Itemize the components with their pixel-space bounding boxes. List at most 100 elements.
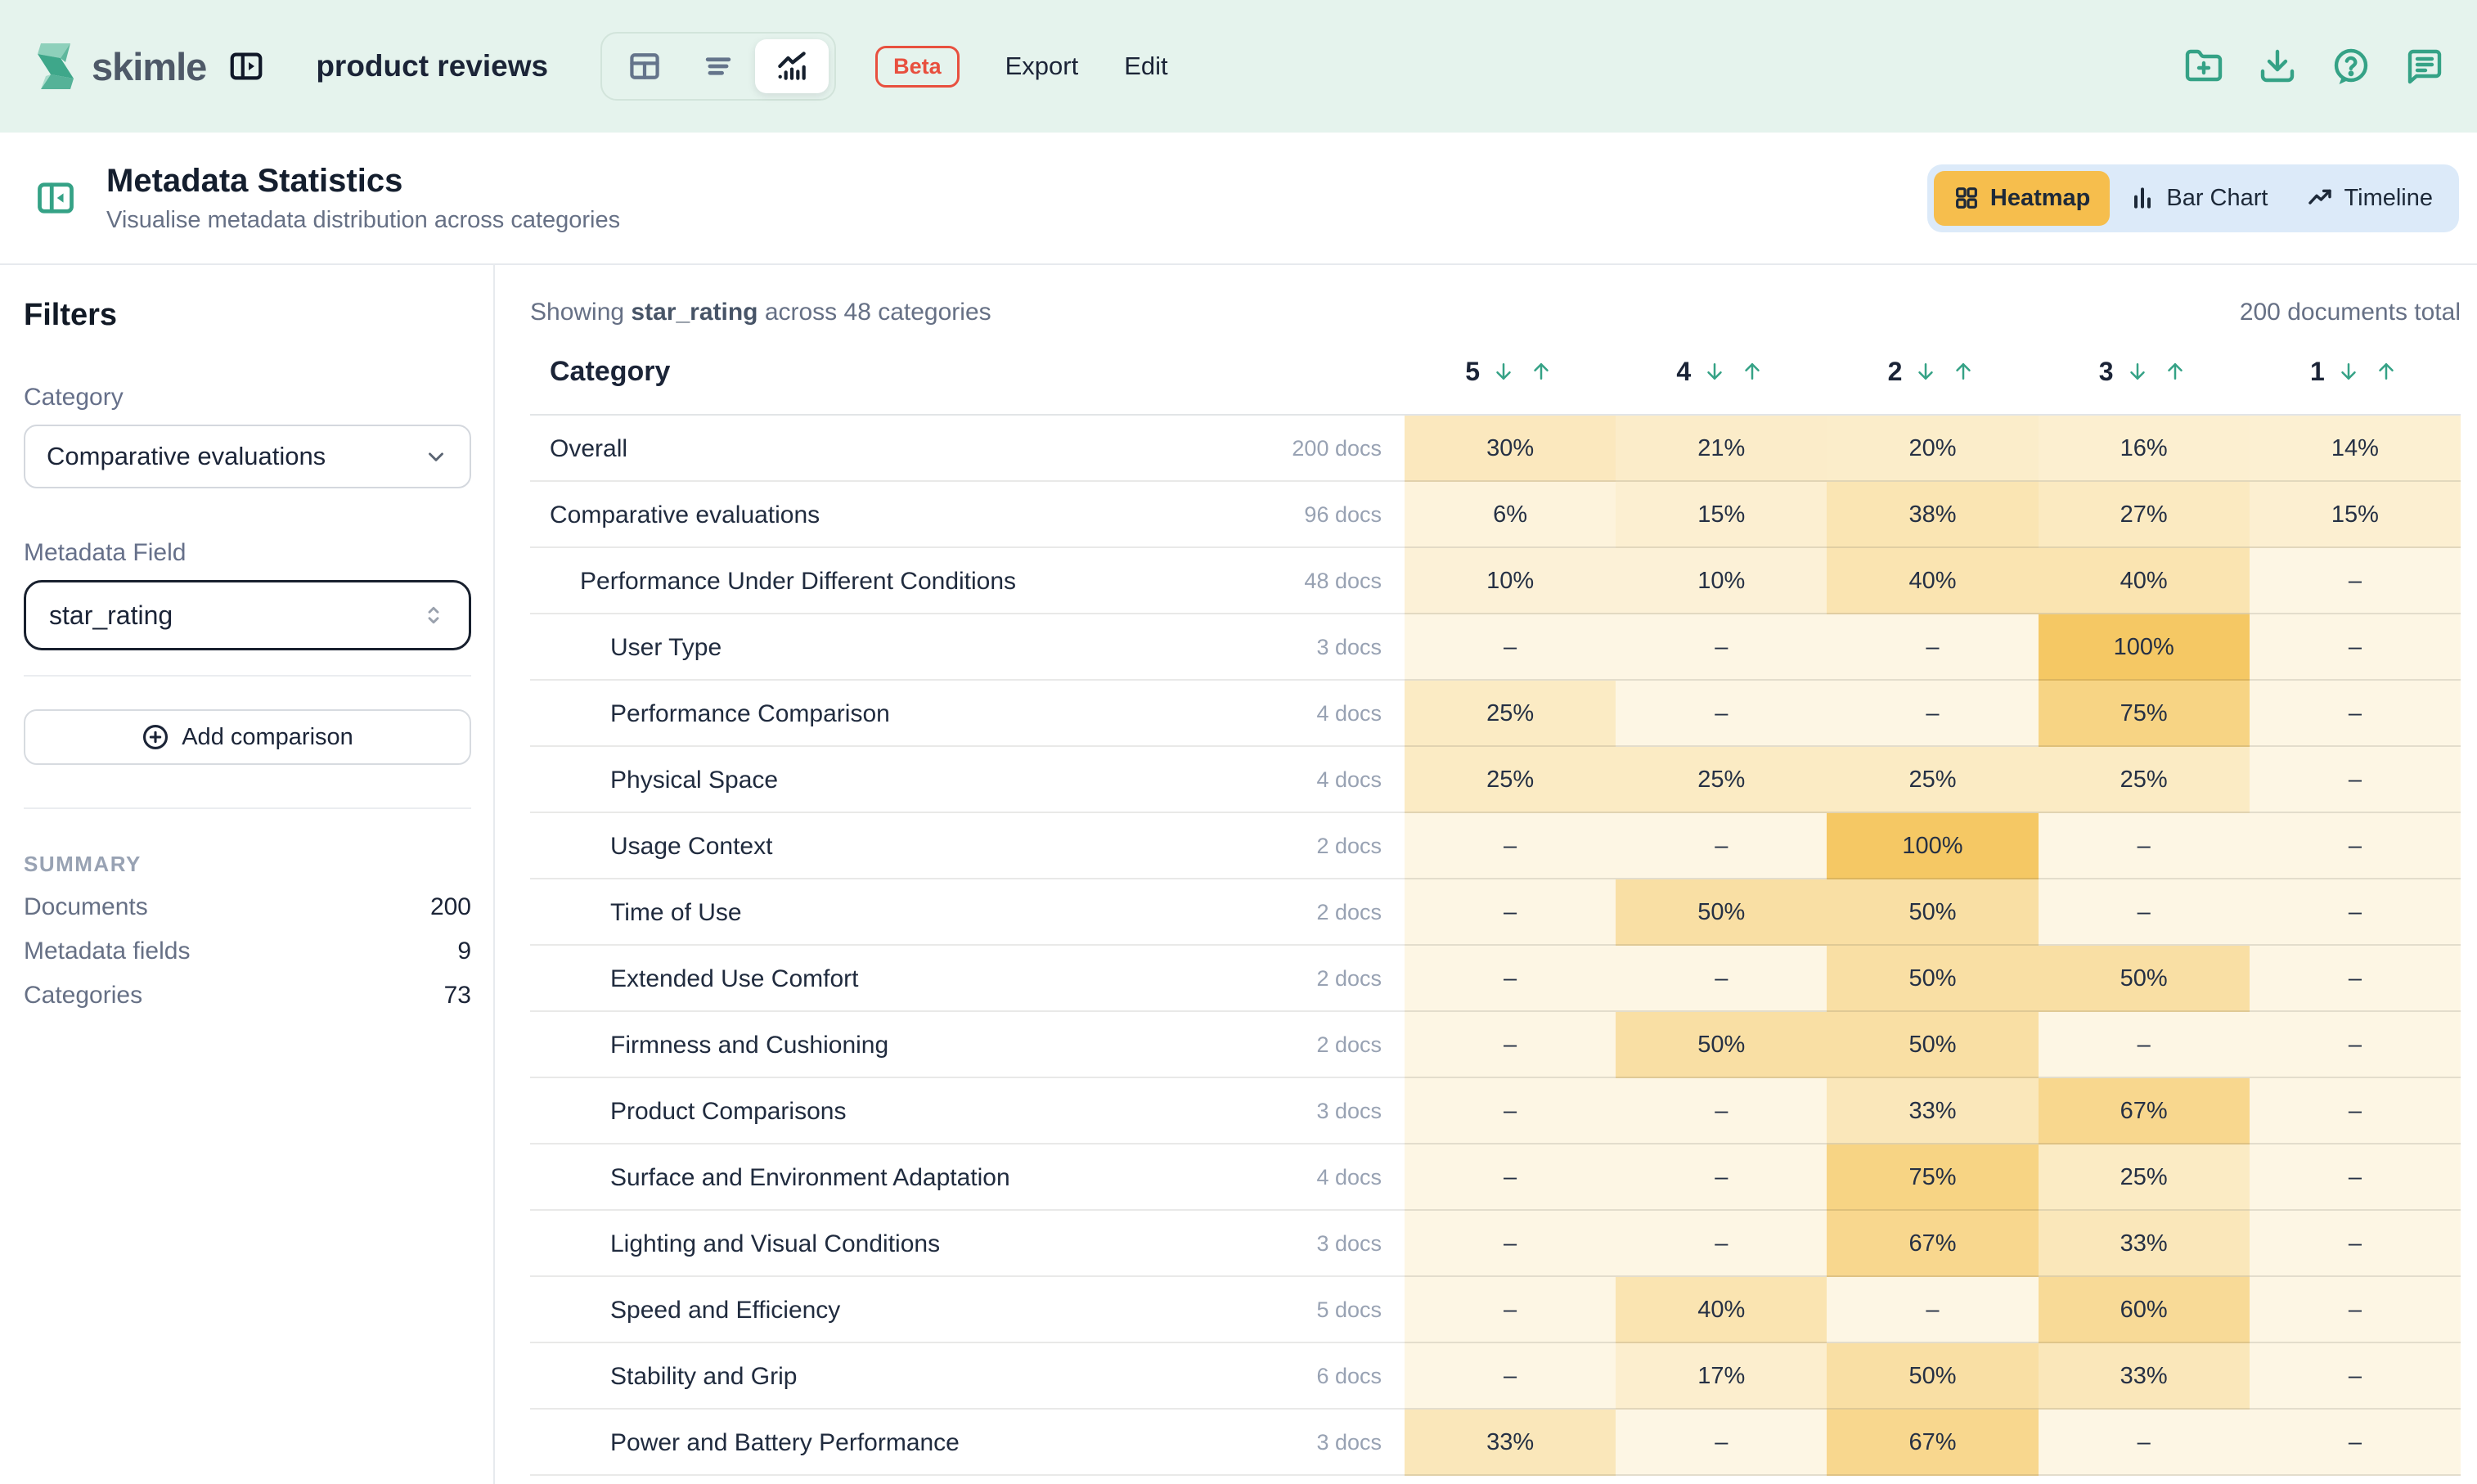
heatmap-cell[interactable]: 25%	[1405, 747, 1616, 813]
table-row[interactable]: Comparative evaluations96 docs6%15%38%27…	[530, 482, 2461, 548]
heatmap-cell[interactable]: 50%	[1827, 1012, 2038, 1078]
export-button[interactable]: Export	[1005, 52, 1079, 81]
category-cell[interactable]: Physical Space4 docs	[530, 747, 1405, 813]
heatmap-cell[interactable]: –	[2250, 1211, 2461, 1277]
heatmap-cell[interactable]: 20%	[1827, 416, 2038, 482]
heatmap-cell[interactable]: –	[1616, 1144, 1827, 1211]
heatmap-cell[interactable]: 67%	[1827, 1211, 2038, 1277]
heatmap-cell[interactable]: –	[2250, 1343, 2461, 1410]
heatmap-cell[interactable]: 67%	[2039, 1078, 2250, 1144]
sort-asc-button[interactable]	[1527, 358, 1555, 385]
heatmap-cell[interactable]: 25%	[1405, 681, 1616, 747]
heatmap-cell[interactable]: 25%	[2039, 1144, 2250, 1211]
sort-desc-button[interactable]	[2124, 358, 2151, 385]
heatmap-cell[interactable]: –	[2039, 1410, 2250, 1476]
table-row[interactable]: Extended Use Comfort2 docs––50%50%–	[530, 946, 2461, 1012]
heatmap-cell[interactable]: 15%	[1616, 482, 1827, 548]
table-row[interactable]: Performance Comparison4 docs25%––75%–	[530, 681, 2461, 747]
heatmap-cell[interactable]: –	[1405, 614, 1616, 681]
heatmap-cell[interactable]: 25%	[2039, 747, 2250, 813]
category-cell[interactable]: Performance Comparison4 docs	[530, 681, 1405, 747]
heatmap-cell[interactable]: 27%	[2039, 482, 2250, 548]
sort-asc-button[interactable]	[1949, 358, 1977, 385]
heatmap-cell[interactable]: 33%	[2039, 1343, 2250, 1410]
heatmap-cell[interactable]: 10%	[1405, 548, 1616, 614]
heatmap-cell[interactable]: –	[2250, 1078, 2461, 1144]
heatmap-cell[interactable]: 75%	[2039, 681, 2250, 747]
table-row[interactable]: Speed and Efficiency5 docs–40%–60%–	[530, 1277, 2461, 1343]
heatmap-cell[interactable]: –	[1405, 1144, 1616, 1211]
heatmap-cell[interactable]: 75%	[1827, 1144, 2038, 1211]
heatmap-cell[interactable]: 17%	[1616, 1343, 1827, 1410]
metadata-field-select[interactable]: star_rating	[24, 580, 471, 650]
list-view-button[interactable]	[681, 39, 755, 93]
heatmap-cell[interactable]: –	[1405, 1343, 1616, 1410]
heatmap-cell[interactable]: –	[2250, 1410, 2461, 1476]
heatmap-cell[interactable]: 38%	[1827, 482, 2038, 548]
new-folder-button[interactable]	[2184, 47, 2223, 86]
category-cell[interactable]: Usage Context2 docs	[530, 813, 1405, 879]
heatmap-cell[interactable]: –	[1616, 614, 1827, 681]
heatmap-cell[interactable]: 50%	[1616, 879, 1827, 946]
heatmap-cell[interactable]: –	[1616, 1211, 1827, 1277]
table-row[interactable]: User Type3 docs–––100%–	[530, 614, 2461, 681]
category-cell[interactable]: Surface and Environment Adaptation4 docs	[530, 1144, 1405, 1211]
heatmap-cell[interactable]: 40%	[1827, 548, 2038, 614]
table-row[interactable]: Firmness and Cushioning2 docs–50%50%––	[530, 1012, 2461, 1078]
sort-asc-button[interactable]	[1738, 358, 1766, 385]
heatmap-cell[interactable]: 33%	[2039, 1211, 2250, 1277]
heatmap-cell[interactable]: 25%	[1827, 747, 2038, 813]
heatmap-cell[interactable]: –	[2250, 1277, 2461, 1343]
table-row[interactable]: Lighting and Visual Conditions3 docs––67…	[530, 1211, 2461, 1277]
heatmap-cell[interactable]: 15%	[2250, 482, 2461, 548]
table-row[interactable]: Performance Under Different Conditions48…	[530, 548, 2461, 614]
category-cell[interactable]: Extended Use Comfort2 docs	[530, 946, 1405, 1012]
table-row[interactable]: Usage Context2 docs––100%––	[530, 813, 2461, 879]
heatmap-cell[interactable]: –	[1405, 946, 1616, 1012]
table-row[interactable]: Overall200 docs30%21%20%16%14%	[530, 416, 2461, 482]
heatmap-cell[interactable]: –	[2039, 879, 2250, 946]
heatmap-cell[interactable]: –	[1827, 614, 2038, 681]
table-view-button[interactable]	[608, 39, 681, 93]
table-row[interactable]: Stability and Grip6 docs–17%50%33%–	[530, 1343, 2461, 1410]
heatmap-cell[interactable]: 50%	[1827, 1343, 2038, 1410]
add-comparison-button[interactable]: Add comparison	[24, 709, 471, 765]
category-cell[interactable]: Speed and Efficiency5 docs	[530, 1277, 1405, 1343]
timeline-button[interactable]: Timeline	[2287, 171, 2452, 226]
category-cell[interactable]: User Type3 docs	[530, 614, 1405, 681]
help-button[interactable]	[2331, 47, 2371, 86]
category-cell[interactable]: Comparative evaluations96 docs	[530, 482, 1405, 548]
sort-desc-button[interactable]	[1912, 358, 1940, 385]
heatmap-cell[interactable]: –	[1405, 1012, 1616, 1078]
heatmap-cell[interactable]: 30%	[1405, 416, 1616, 482]
heatmap-cell[interactable]: –	[2039, 1012, 2250, 1078]
bar-chart-button[interactable]: Bar Chart	[2110, 171, 2287, 226]
heatmap-cell[interactable]: 50%	[1827, 946, 2038, 1012]
heatmap-cell[interactable]: 50%	[2039, 946, 2250, 1012]
heatmap-cell[interactable]: 25%	[1616, 747, 1827, 813]
heatmap-cell[interactable]: –	[1616, 1078, 1827, 1144]
heatmap-cell[interactable]: –	[2250, 548, 2461, 614]
heatmap-cell[interactable]: –	[2250, 813, 2461, 879]
heatmap-cell[interactable]: 33%	[1405, 1410, 1616, 1476]
heatmap-cell[interactable]: –	[2250, 681, 2461, 747]
heatmap-cell[interactable]: 67%	[1827, 1410, 2038, 1476]
heatmap-cell[interactable]: –	[1405, 1078, 1616, 1144]
heatmap-cell[interactable]: 16%	[2039, 416, 2250, 482]
category-cell[interactable]: Stability and Grip6 docs	[530, 1343, 1405, 1410]
heatmap-cell[interactable]: 33%	[1827, 1078, 2038, 1144]
heatmap-cell[interactable]: 40%	[1616, 1277, 1827, 1343]
category-cell[interactable]: Time of Use2 docs	[530, 879, 1405, 946]
heatmap-cell[interactable]: –	[1616, 1410, 1827, 1476]
edit-button[interactable]: Edit	[1124, 52, 1167, 81]
heatmap-cell[interactable]: –	[1405, 879, 1616, 946]
heatmap-cell[interactable]: –	[2250, 1012, 2461, 1078]
heatmap-cell[interactable]: 6%	[1405, 482, 1616, 548]
heatmap-cell[interactable]: –	[2250, 879, 2461, 946]
heatmap-cell[interactable]: –	[1827, 1277, 2038, 1343]
heatmap-cell[interactable]: –	[2250, 614, 2461, 681]
heatmap-cell[interactable]: –	[1405, 1277, 1616, 1343]
heatmap-cell[interactable]: 60%	[2039, 1277, 2250, 1343]
category-cell[interactable]: Performance Under Different Conditions48…	[530, 548, 1405, 614]
table-row[interactable]: Product Comparisons3 docs––33%67%–	[530, 1078, 2461, 1144]
